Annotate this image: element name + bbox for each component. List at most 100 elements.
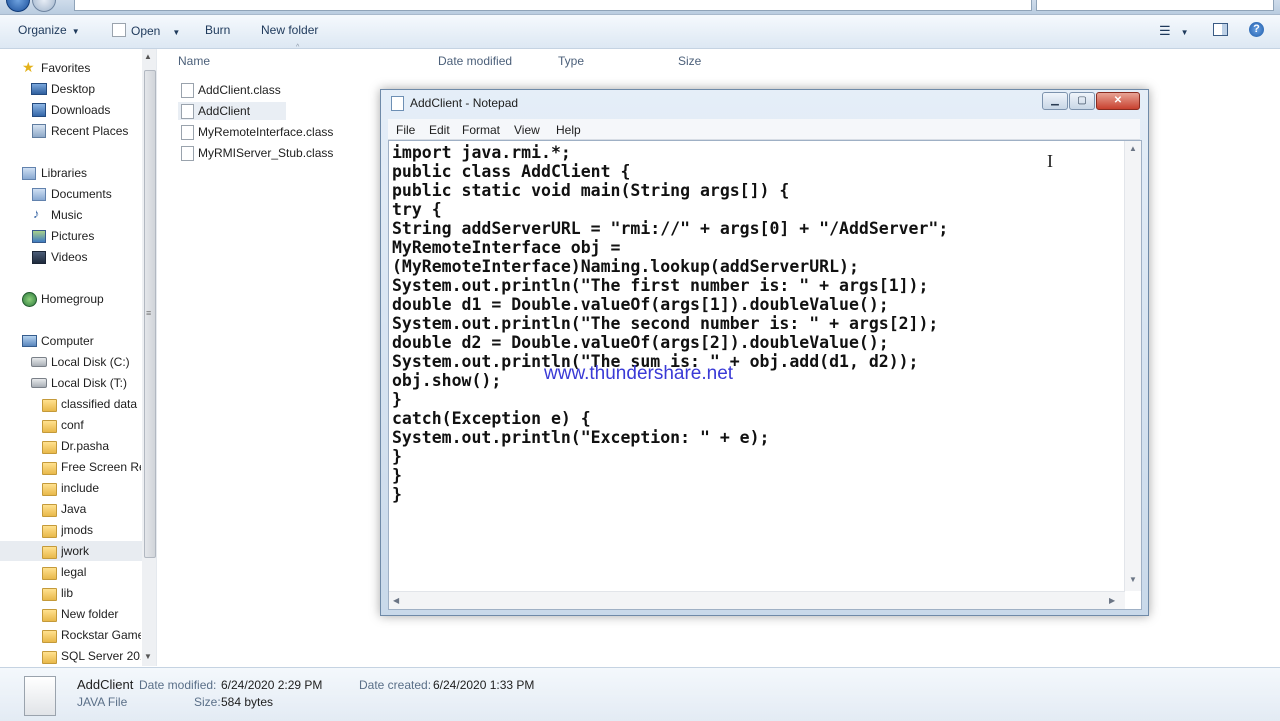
size-label: Size: bbox=[194, 695, 221, 709]
nav-item-recent-places[interactable]: Recent Places bbox=[51, 124, 128, 138]
nav-folder-item[interactable]: conf bbox=[61, 418, 141, 432]
menu-format[interactable]: Format bbox=[462, 123, 500, 137]
nav-libraries[interactable]: Libraries bbox=[41, 166, 87, 180]
nav-item-drive-c[interactable]: Local Disk (C:) bbox=[51, 355, 130, 369]
file-item[interactable]: MyRMIServer_Stub.class bbox=[198, 146, 333, 160]
nav-folder-item[interactable]: Java bbox=[61, 502, 141, 516]
search-input[interactable] bbox=[1036, 0, 1274, 11]
folder-icon bbox=[42, 588, 57, 601]
address-bar[interactable] bbox=[74, 0, 1032, 11]
close-button[interactable]: ✕ bbox=[1096, 92, 1140, 110]
notepad-menu-bar: File Edit Format View Help bbox=[388, 119, 1140, 140]
column-header-size[interactable]: Size bbox=[678, 54, 701, 68]
nav-folder-item[interactable]: include bbox=[61, 481, 141, 495]
open-button[interactable]: Open ▼ bbox=[112, 23, 180, 38]
folder-icon bbox=[42, 420, 57, 433]
nav-item-desktop[interactable]: Desktop bbox=[51, 82, 95, 96]
scroll-right-icon[interactable]: ▶ bbox=[1109, 596, 1115, 605]
watermark: www.thundershare.net bbox=[544, 363, 734, 384]
folder-icon bbox=[42, 567, 57, 580]
scroll-left-icon[interactable]: ◀ bbox=[393, 596, 399, 605]
folder-icon bbox=[42, 504, 57, 517]
scroll-up-icon[interactable]: ▲ bbox=[144, 52, 152, 61]
scroll-up-icon[interactable]: ▲ bbox=[1129, 144, 1137, 153]
file-icon bbox=[24, 676, 56, 716]
file-item[interactable]: MyRemoteInterface.class bbox=[198, 125, 333, 139]
folder-icon bbox=[42, 630, 57, 643]
grip-icon: ≡ bbox=[146, 308, 152, 318]
star-icon: ★ bbox=[22, 59, 35, 75]
burn-button[interactable]: Burn bbox=[205, 23, 230, 37]
file-item[interactable]: AddClient.class bbox=[198, 83, 281, 97]
menu-file[interactable]: File bbox=[396, 123, 415, 137]
maximize-button[interactable]: ▢ bbox=[1069, 92, 1095, 110]
nav-item-pictures[interactable]: Pictures bbox=[51, 229, 94, 243]
size-value: 584 bytes bbox=[221, 695, 274, 709]
folder-icon bbox=[42, 609, 57, 622]
downloads-icon bbox=[32, 103, 46, 117]
folder-icon bbox=[42, 441, 57, 454]
nav-folder-item[interactable]: classified data bbox=[61, 397, 141, 411]
column-header-type[interactable]: Type bbox=[558, 54, 584, 68]
text-cursor-icon: I bbox=[1047, 151, 1053, 171]
nav-folder-item[interactable]: jwork bbox=[61, 544, 141, 558]
nav-item-documents[interactable]: Documents bbox=[51, 187, 112, 201]
recent-places-icon bbox=[32, 124, 46, 138]
folder-icon bbox=[42, 483, 57, 496]
nav-item-music[interactable]: Music bbox=[51, 208, 82, 222]
nav-folder-item[interactable]: SQL Server 2014 bbox=[61, 649, 141, 663]
file-icon bbox=[181, 146, 194, 161]
preview-pane-icon[interactable] bbox=[1213, 23, 1228, 39]
nav-item-downloads[interactable]: Downloads bbox=[51, 103, 110, 117]
sort-arrow-icon: ^ bbox=[296, 44, 300, 51]
open-label: Open bbox=[131, 24, 161, 38]
date-modified-value: 6/24/2020 2:29 PM bbox=[221, 678, 323, 692]
minimize-button[interactable]: ▁ bbox=[1042, 92, 1068, 110]
nav-folder-item[interactable]: jmods bbox=[61, 523, 141, 537]
horizontal-scrollbar[interactable]: ◀ ▶ bbox=[389, 591, 1125, 609]
drive-icon bbox=[31, 357, 47, 367]
column-header-name[interactable]: Name bbox=[178, 54, 210, 68]
details-file-name: AddClient bbox=[77, 677, 134, 692]
notepad-icon bbox=[391, 96, 404, 111]
help-icon[interactable]: ? bbox=[1249, 22, 1264, 37]
folder-icon bbox=[42, 399, 57, 412]
file-icon bbox=[181, 104, 194, 119]
views-icon[interactable]: ☰ ▼ bbox=[1159, 23, 1189, 39]
date-created-label: Date created: bbox=[359, 678, 432, 692]
videos-icon bbox=[32, 251, 46, 264]
documents-icon bbox=[32, 188, 46, 201]
libraries-icon bbox=[22, 167, 36, 180]
folder-icon bbox=[42, 462, 57, 475]
menu-view[interactable]: View bbox=[514, 123, 540, 137]
new-folder-button[interactable]: New folder bbox=[261, 23, 318, 37]
nav-computer[interactable]: Computer bbox=[41, 334, 94, 348]
nav-favorites[interactable]: Favorites bbox=[41, 61, 90, 75]
scroll-down-icon[interactable]: ▼ bbox=[144, 652, 152, 661]
nav-homegroup[interactable]: Homegroup bbox=[41, 292, 104, 306]
scroll-down-icon[interactable]: ▼ bbox=[1129, 575, 1137, 584]
nav-folder-item[interactable]: New folder bbox=[61, 607, 141, 621]
computer-icon bbox=[22, 335, 37, 347]
notepad-window[interactable]: AddClient - Notepad ▁ ▢ ✕ File Edit Form… bbox=[380, 89, 1149, 616]
folder-icon bbox=[42, 651, 57, 664]
folder-icon bbox=[42, 525, 57, 538]
nav-folder-item[interactable]: legal bbox=[61, 565, 141, 579]
nav-folder-item[interactable]: lib bbox=[61, 586, 141, 600]
chevron-down-icon: ▼ bbox=[172, 28, 181, 37]
organize-button[interactable]: Organize ▼ bbox=[18, 23, 80, 37]
menu-edit[interactable]: Edit bbox=[429, 123, 450, 137]
nav-item-videos[interactable]: Videos bbox=[51, 250, 87, 264]
menu-help[interactable]: Help bbox=[556, 123, 581, 137]
nav-folder-item[interactable]: Rockstar Game bbox=[61, 628, 141, 642]
column-header-date-modified[interactable]: Date modified bbox=[438, 54, 512, 68]
nav-folder-item[interactable]: Free Screen Rec bbox=[61, 460, 141, 474]
homegroup-icon bbox=[22, 292, 37, 307]
organize-label: Organize bbox=[18, 23, 67, 37]
file-item[interactable]: AddClient bbox=[198, 104, 250, 118]
notepad-text-area[interactable]: import java.rmi.*; public class AddClien… bbox=[388, 140, 1142, 610]
nav-item-drive-t[interactable]: Local Disk (T:) bbox=[51, 376, 127, 390]
nav-folder-item[interactable]: Dr.pasha bbox=[61, 439, 141, 453]
file-icon bbox=[181, 125, 194, 140]
vertical-scrollbar[interactable]: ▲ ▼ bbox=[1124, 141, 1141, 591]
